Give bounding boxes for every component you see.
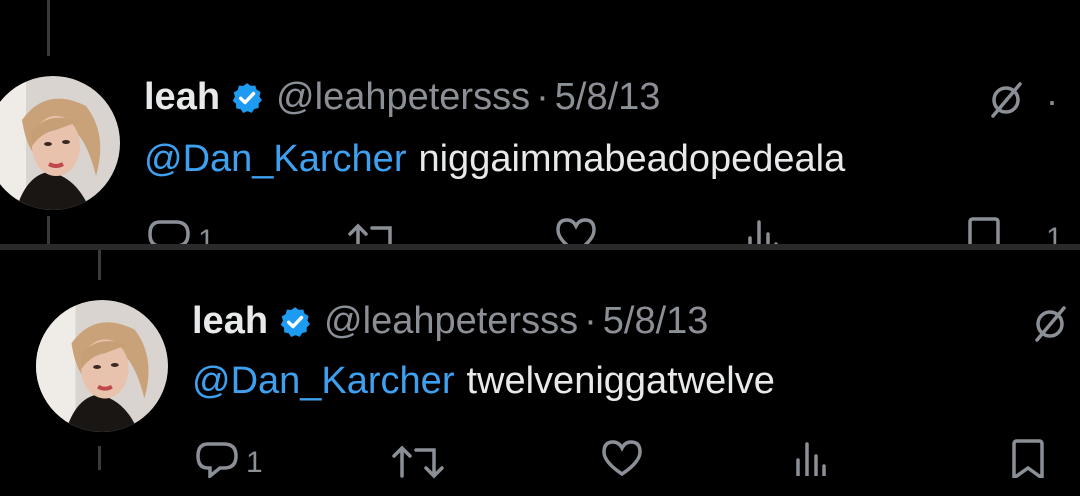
share-button[interactable]: 1 [1040, 214, 1063, 244]
tweet-content: niggaimmabeadopedeala [418, 138, 846, 180]
reply-icon [196, 442, 238, 478]
reply-button[interactable]: 1 [194, 438, 263, 480]
tweet-header: leah @leahpetersss · 5/8/13 [144, 76, 660, 119]
reply-count: 1 [198, 224, 215, 244]
retweet-button[interactable] [390, 440, 450, 480]
thread-connector-line [98, 446, 101, 470]
author-handle[interactable]: @leahpetersss [276, 76, 530, 119]
verified-badge-icon [280, 306, 310, 337]
thread-connector-line [47, 0, 50, 56]
reply-icon [148, 220, 190, 244]
retweet-icon [348, 223, 392, 244]
tweet-card-1[interactable]: leah @leahpetersss · 5/8/13 · @Dan_Karch… [0, 0, 1080, 244]
verified-badge-icon [232, 82, 262, 113]
author-handle[interactable]: @leahpetersss [324, 300, 578, 343]
tweet-text: @Dan_Karcher niggaimmabeadopedeala [144, 138, 845, 181]
retweet-icon [392, 445, 444, 479]
tweet-text: @Dan_Karcher twelveniggatwelve [192, 360, 775, 403]
like-button[interactable] [598, 436, 646, 476]
more-options-icon[interactable]: · [1046, 80, 1058, 122]
bookmark-icon [968, 217, 1000, 244]
bookmark-button[interactable] [964, 216, 1004, 244]
avatar[interactable] [0, 76, 120, 210]
share-count: 1 [1046, 222, 1063, 244]
separator-dot: · [536, 76, 549, 118]
retweet-button[interactable] [346, 218, 406, 244]
tweet-date[interactable]: 5/8/13 [603, 300, 709, 343]
author-name[interactable]: leah [192, 300, 268, 343]
bookmark-button[interactable] [1008, 438, 1048, 478]
like-icon [602, 440, 642, 476]
grok-icon[interactable] [1028, 302, 1072, 346]
views-icon [748, 220, 778, 244]
thread-connector-line [47, 216, 50, 244]
grok-icon[interactable] [984, 78, 1028, 122]
tweet-header: leah @leahpetersss · 5/8/13 [192, 300, 708, 343]
bookmark-icon [1012, 439, 1044, 478]
reply-count: 1 [246, 446, 263, 479]
separator-dot: · [584, 300, 597, 342]
like-icon [556, 218, 596, 244]
tweet-date[interactable]: 5/8/13 [555, 76, 661, 119]
mention-link[interactable]: @Dan_Karcher [144, 138, 406, 180]
avatar[interactable] [36, 300, 168, 432]
like-button[interactable] [552, 214, 600, 244]
tweet-card-2[interactable]: leah @leahpetersss · 5/8/13 @Dan_Karcher… [0, 250, 1080, 496]
views-button[interactable] [742, 214, 782, 244]
mention-link[interactable]: @Dan_Karcher [192, 360, 454, 402]
tweet-content: twelveniggatwelve [466, 360, 775, 402]
views-icon [796, 442, 826, 476]
views-button[interactable] [790, 436, 830, 476]
author-name[interactable]: leah [144, 76, 220, 119]
thread-connector-line [98, 250, 101, 280]
reply-button[interactable]: 1 [146, 216, 215, 244]
